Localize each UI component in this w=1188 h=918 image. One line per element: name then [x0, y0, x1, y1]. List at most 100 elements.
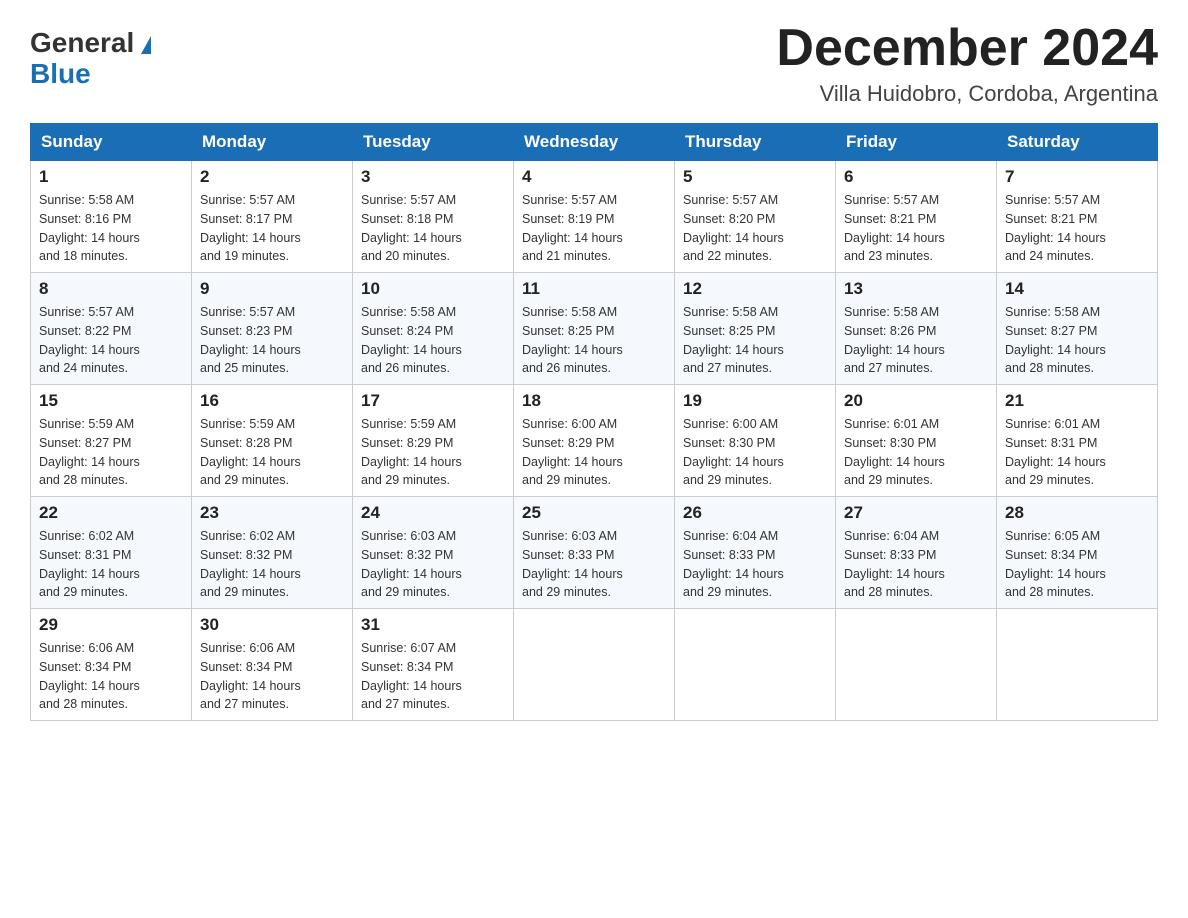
table-row: 27 Sunrise: 6:04 AM Sunset: 8:33 PM Dayl…	[836, 497, 997, 609]
day-info: Sunrise: 6:03 AM Sunset: 8:33 PM Dayligh…	[522, 527, 666, 602]
table-row: 11 Sunrise: 5:58 AM Sunset: 8:25 PM Dayl…	[514, 273, 675, 385]
table-row: 7 Sunrise: 5:57 AM Sunset: 8:21 PM Dayli…	[997, 161, 1158, 273]
day-info: Sunrise: 5:57 AM Sunset: 8:20 PM Dayligh…	[683, 191, 827, 266]
header-monday: Monday	[192, 124, 353, 161]
day-info: Sunrise: 5:58 AM Sunset: 8:16 PM Dayligh…	[39, 191, 183, 266]
table-row: 25 Sunrise: 6:03 AM Sunset: 8:33 PM Dayl…	[514, 497, 675, 609]
day-number: 2	[200, 167, 344, 187]
day-info: Sunrise: 5:57 AM Sunset: 8:21 PM Dayligh…	[1005, 191, 1149, 266]
table-row	[675, 609, 836, 721]
day-info: Sunrise: 5:57 AM Sunset: 8:17 PM Dayligh…	[200, 191, 344, 266]
header-wednesday: Wednesday	[514, 124, 675, 161]
day-number: 17	[361, 391, 505, 411]
table-row: 2 Sunrise: 5:57 AM Sunset: 8:17 PM Dayli…	[192, 161, 353, 273]
day-info: Sunrise: 6:01 AM Sunset: 8:31 PM Dayligh…	[1005, 415, 1149, 490]
day-number: 12	[683, 279, 827, 299]
day-number: 5	[683, 167, 827, 187]
table-row: 23 Sunrise: 6:02 AM Sunset: 8:32 PM Dayl…	[192, 497, 353, 609]
day-number: 20	[844, 391, 988, 411]
day-number: 26	[683, 503, 827, 523]
day-info: Sunrise: 5:57 AM Sunset: 8:22 PM Dayligh…	[39, 303, 183, 378]
day-info: Sunrise: 5:57 AM Sunset: 8:19 PM Dayligh…	[522, 191, 666, 266]
table-row	[836, 609, 997, 721]
title-area: December 2024 Villa Huidobro, Cordoba, A…	[776, 20, 1158, 107]
day-info: Sunrise: 6:04 AM Sunset: 8:33 PM Dayligh…	[844, 527, 988, 602]
day-number: 13	[844, 279, 988, 299]
day-info: Sunrise: 6:00 AM Sunset: 8:29 PM Dayligh…	[522, 415, 666, 490]
day-number: 31	[361, 615, 505, 635]
table-row: 19 Sunrise: 6:00 AM Sunset: 8:30 PM Dayl…	[675, 385, 836, 497]
calendar-week-4: 22 Sunrise: 6:02 AM Sunset: 8:31 PM Dayl…	[31, 497, 1158, 609]
table-row: 5 Sunrise: 5:57 AM Sunset: 8:20 PM Dayli…	[675, 161, 836, 273]
day-info: Sunrise: 5:59 AM Sunset: 8:29 PM Dayligh…	[361, 415, 505, 490]
day-info: Sunrise: 6:01 AM Sunset: 8:30 PM Dayligh…	[844, 415, 988, 490]
day-info: Sunrise: 5:59 AM Sunset: 8:28 PM Dayligh…	[200, 415, 344, 490]
day-info: Sunrise: 5:58 AM Sunset: 8:25 PM Dayligh…	[522, 303, 666, 378]
table-row	[997, 609, 1158, 721]
header-tuesday: Tuesday	[353, 124, 514, 161]
day-info: Sunrise: 5:57 AM Sunset: 8:21 PM Dayligh…	[844, 191, 988, 266]
table-row: 1 Sunrise: 5:58 AM Sunset: 8:16 PM Dayli…	[31, 161, 192, 273]
table-row: 28 Sunrise: 6:05 AM Sunset: 8:34 PM Dayl…	[997, 497, 1158, 609]
day-number: 10	[361, 279, 505, 299]
table-row: 31 Sunrise: 6:07 AM Sunset: 8:34 PM Dayl…	[353, 609, 514, 721]
table-row: 8 Sunrise: 5:57 AM Sunset: 8:22 PM Dayli…	[31, 273, 192, 385]
day-info: Sunrise: 6:05 AM Sunset: 8:34 PM Dayligh…	[1005, 527, 1149, 602]
day-info: Sunrise: 6:03 AM Sunset: 8:32 PM Dayligh…	[361, 527, 505, 602]
day-number: 24	[361, 503, 505, 523]
calendar-week-5: 29 Sunrise: 6:06 AM Sunset: 8:34 PM Dayl…	[31, 609, 1158, 721]
day-info: Sunrise: 6:07 AM Sunset: 8:34 PM Dayligh…	[361, 639, 505, 714]
table-row: 24 Sunrise: 6:03 AM Sunset: 8:32 PM Dayl…	[353, 497, 514, 609]
header: General Blue December 2024 Villa Huidobr…	[30, 20, 1158, 107]
day-number: 1	[39, 167, 183, 187]
day-number: 14	[1005, 279, 1149, 299]
logo: General Blue	[30, 28, 151, 90]
day-number: 8	[39, 279, 183, 299]
day-info: Sunrise: 5:58 AM Sunset: 8:25 PM Dayligh…	[683, 303, 827, 378]
day-number: 23	[200, 503, 344, 523]
day-number: 7	[1005, 167, 1149, 187]
table-row: 18 Sunrise: 6:00 AM Sunset: 8:29 PM Dayl…	[514, 385, 675, 497]
day-number: 22	[39, 503, 183, 523]
day-info: Sunrise: 6:02 AM Sunset: 8:31 PM Dayligh…	[39, 527, 183, 602]
day-number: 15	[39, 391, 183, 411]
table-row	[514, 609, 675, 721]
day-number: 3	[361, 167, 505, 187]
location-title: Villa Huidobro, Cordoba, Argentina	[776, 81, 1158, 107]
day-info: Sunrise: 5:58 AM Sunset: 8:26 PM Dayligh…	[844, 303, 988, 378]
month-title: December 2024	[776, 20, 1158, 77]
header-thursday: Thursday	[675, 124, 836, 161]
table-row: 21 Sunrise: 6:01 AM Sunset: 8:31 PM Dayl…	[997, 385, 1158, 497]
logo-general-text: General	[30, 27, 134, 58]
table-row: 16 Sunrise: 5:59 AM Sunset: 8:28 PM Dayl…	[192, 385, 353, 497]
calendar-week-3: 15 Sunrise: 5:59 AM Sunset: 8:27 PM Dayl…	[31, 385, 1158, 497]
day-number: 25	[522, 503, 666, 523]
table-row: 30 Sunrise: 6:06 AM Sunset: 8:34 PM Dayl…	[192, 609, 353, 721]
day-number: 4	[522, 167, 666, 187]
day-info: Sunrise: 5:57 AM Sunset: 8:23 PM Dayligh…	[200, 303, 344, 378]
day-number: 19	[683, 391, 827, 411]
day-number: 27	[844, 503, 988, 523]
day-info: Sunrise: 6:06 AM Sunset: 8:34 PM Dayligh…	[39, 639, 183, 714]
header-saturday: Saturday	[997, 124, 1158, 161]
table-row: 26 Sunrise: 6:04 AM Sunset: 8:33 PM Dayl…	[675, 497, 836, 609]
day-number: 21	[1005, 391, 1149, 411]
table-row: 14 Sunrise: 5:58 AM Sunset: 8:27 PM Dayl…	[997, 273, 1158, 385]
day-info: Sunrise: 6:06 AM Sunset: 8:34 PM Dayligh…	[200, 639, 344, 714]
day-number: 16	[200, 391, 344, 411]
day-info: Sunrise: 6:00 AM Sunset: 8:30 PM Dayligh…	[683, 415, 827, 490]
day-number: 11	[522, 279, 666, 299]
table-row: 29 Sunrise: 6:06 AM Sunset: 8:34 PM Dayl…	[31, 609, 192, 721]
calendar-table: Sunday Monday Tuesday Wednesday Thursday…	[30, 123, 1158, 721]
table-row: 3 Sunrise: 5:57 AM Sunset: 8:18 PM Dayli…	[353, 161, 514, 273]
day-number: 18	[522, 391, 666, 411]
day-info: Sunrise: 6:04 AM Sunset: 8:33 PM Dayligh…	[683, 527, 827, 602]
table-row: 6 Sunrise: 5:57 AM Sunset: 8:21 PM Dayli…	[836, 161, 997, 273]
calendar-week-2: 8 Sunrise: 5:57 AM Sunset: 8:22 PM Dayli…	[31, 273, 1158, 385]
day-info: Sunrise: 5:57 AM Sunset: 8:18 PM Dayligh…	[361, 191, 505, 266]
calendar-week-1: 1 Sunrise: 5:58 AM Sunset: 8:16 PM Dayli…	[31, 161, 1158, 273]
table-row: 20 Sunrise: 6:01 AM Sunset: 8:30 PM Dayl…	[836, 385, 997, 497]
logo-blue-text: Blue	[30, 58, 91, 89]
day-number: 30	[200, 615, 344, 635]
table-row: 10 Sunrise: 5:58 AM Sunset: 8:24 PM Dayl…	[353, 273, 514, 385]
